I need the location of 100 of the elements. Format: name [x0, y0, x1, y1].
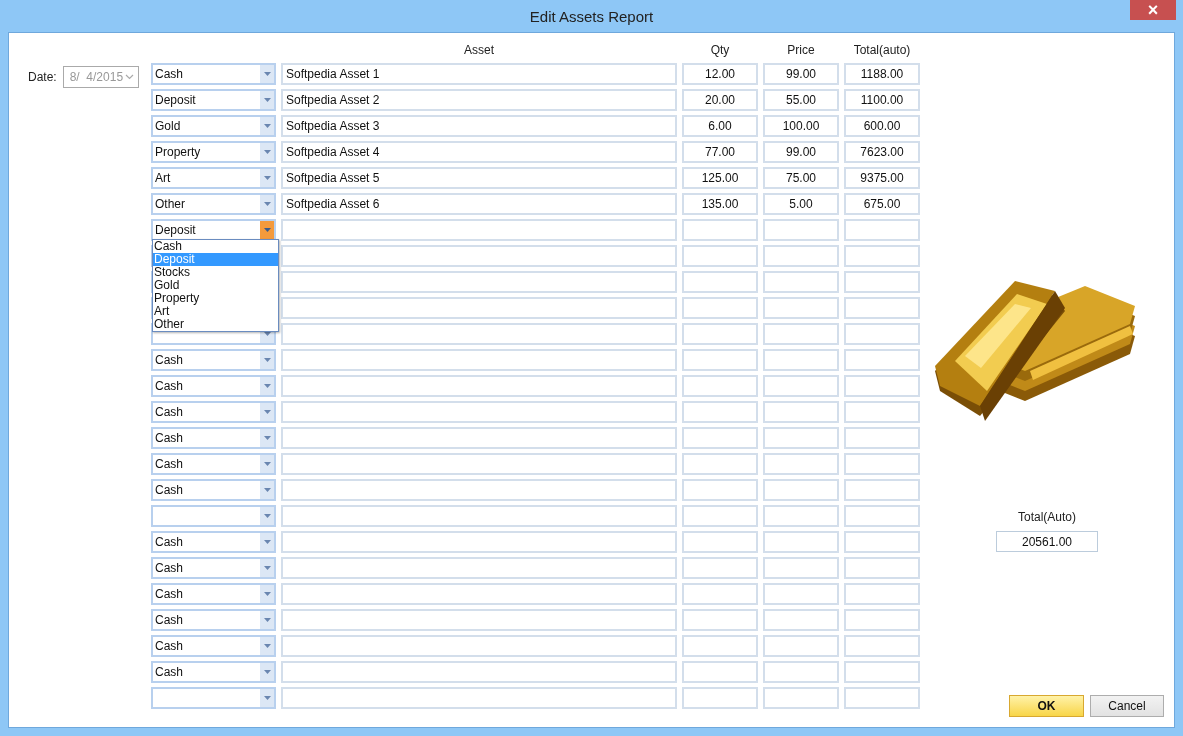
price-field[interactable]: [763, 297, 839, 319]
qty-field[interactable]: [682, 687, 758, 709]
total-field[interactable]: [844, 271, 920, 293]
qty-field[interactable]: [682, 531, 758, 553]
total-field[interactable]: [844, 505, 920, 527]
total-field[interactable]: 7623.00: [844, 141, 920, 163]
dropdown-option[interactable]: Other: [153, 318, 278, 331]
qty-field[interactable]: 12.00: [682, 63, 758, 85]
price-field[interactable]: [763, 453, 839, 475]
grand-total-field[interactable]: 20561.00: [996, 531, 1098, 552]
type-dropdown[interactable]: Cash: [151, 609, 276, 631]
asset-field[interactable]: [281, 349, 677, 371]
type-dropdown[interactable]: Cash: [151, 349, 276, 371]
qty-field[interactable]: [682, 219, 758, 241]
total-field[interactable]: [844, 583, 920, 605]
total-field[interactable]: [844, 245, 920, 267]
asset-field[interactable]: [281, 297, 677, 319]
total-field[interactable]: [844, 531, 920, 553]
dropdown-option[interactable]: Property: [153, 292, 278, 305]
asset-field[interactable]: [281, 245, 677, 267]
price-field[interactable]: 75.00: [763, 167, 839, 189]
cancel-button[interactable]: Cancel: [1090, 695, 1164, 717]
asset-field[interactable]: [281, 375, 677, 397]
total-field[interactable]: 600.00: [844, 115, 920, 137]
asset-field[interactable]: [281, 661, 677, 683]
type-dropdown[interactable]: Cash: [151, 583, 276, 605]
price-field[interactable]: [763, 687, 839, 709]
total-field[interactable]: [844, 479, 920, 501]
type-dropdown[interactable]: Gold: [151, 115, 276, 137]
close-button[interactable]: ×: [1130, 0, 1176, 20]
price-field[interactable]: 99.00: [763, 63, 839, 85]
asset-field[interactable]: [281, 479, 677, 501]
qty-field[interactable]: [682, 245, 758, 267]
type-dropdown[interactable]: [151, 505, 276, 527]
price-field[interactable]: 99.00: [763, 141, 839, 163]
type-dropdown[interactable]: Other: [151, 193, 276, 215]
qty-field[interactable]: [682, 323, 758, 345]
type-dropdown[interactable]: Cash: [151, 453, 276, 475]
type-dropdown[interactable]: Cash: [151, 557, 276, 579]
total-field[interactable]: [844, 349, 920, 371]
price-field[interactable]: [763, 609, 839, 631]
asset-field[interactable]: [281, 531, 677, 553]
ok-button[interactable]: OK: [1009, 695, 1084, 717]
qty-field[interactable]: [682, 375, 758, 397]
total-field[interactable]: 1100.00: [844, 89, 920, 111]
total-field[interactable]: [844, 635, 920, 657]
asset-field[interactable]: [281, 219, 677, 241]
total-field[interactable]: [844, 427, 920, 449]
price-field[interactable]: [763, 479, 839, 501]
qty-field[interactable]: [682, 427, 758, 449]
asset-field[interactable]: [281, 583, 677, 605]
qty-field[interactable]: [682, 505, 758, 527]
total-field[interactable]: [844, 297, 920, 319]
asset-field[interactable]: [281, 557, 677, 579]
price-field[interactable]: [763, 245, 839, 267]
qty-field[interactable]: [682, 453, 758, 475]
asset-field[interactable]: [281, 401, 677, 423]
price-field[interactable]: [763, 661, 839, 683]
qty-field[interactable]: 125.00: [682, 167, 758, 189]
total-field[interactable]: [844, 661, 920, 683]
price-field[interactable]: [763, 271, 839, 293]
price-field[interactable]: 55.00: [763, 89, 839, 111]
dropdown-option[interactable]: Art: [153, 305, 278, 318]
total-field[interactable]: [844, 219, 920, 241]
asset-field[interactable]: Softpedia Asset 5: [281, 167, 677, 189]
price-field[interactable]: [763, 635, 839, 657]
qty-field[interactable]: 77.00: [682, 141, 758, 163]
dropdown-option[interactable]: Gold: [153, 279, 278, 292]
asset-field[interactable]: [281, 453, 677, 475]
asset-field[interactable]: [281, 609, 677, 631]
price-field[interactable]: 100.00: [763, 115, 839, 137]
type-dropdown[interactable]: Cash: [151, 401, 276, 423]
asset-field[interactable]: Softpedia Asset 4: [281, 141, 677, 163]
price-field[interactable]: [763, 531, 839, 553]
asset-field[interactable]: [281, 427, 677, 449]
type-dropdown[interactable]: Cash: [151, 479, 276, 501]
dropdown-option[interactable]: Cash: [153, 240, 278, 253]
qty-field[interactable]: 6.00: [682, 115, 758, 137]
price-field[interactable]: [763, 219, 839, 241]
qty-field[interactable]: [682, 609, 758, 631]
type-dropdown[interactable]: Deposit: [151, 89, 276, 111]
type-dropdown[interactable]: [151, 687, 276, 709]
qty-field[interactable]: [682, 661, 758, 683]
qty-field[interactable]: [682, 583, 758, 605]
type-dropdown[interactable]: Cash: [151, 427, 276, 449]
price-field[interactable]: [763, 375, 839, 397]
type-dropdown[interactable]: Art: [151, 167, 276, 189]
type-dropdown[interactable]: Cash: [151, 63, 276, 85]
total-field[interactable]: [844, 323, 920, 345]
qty-field[interactable]: [682, 401, 758, 423]
asset-field[interactable]: [281, 687, 677, 709]
type-dropdown[interactable]: Cash: [151, 531, 276, 553]
total-field[interactable]: [844, 401, 920, 423]
price-field[interactable]: [763, 401, 839, 423]
total-field[interactable]: 675.00: [844, 193, 920, 215]
total-field[interactable]: [844, 557, 920, 579]
asset-field[interactable]: Softpedia Asset 3: [281, 115, 677, 137]
type-dropdown[interactable]: Cash: [151, 635, 276, 657]
price-field[interactable]: [763, 505, 839, 527]
qty-field[interactable]: [682, 635, 758, 657]
